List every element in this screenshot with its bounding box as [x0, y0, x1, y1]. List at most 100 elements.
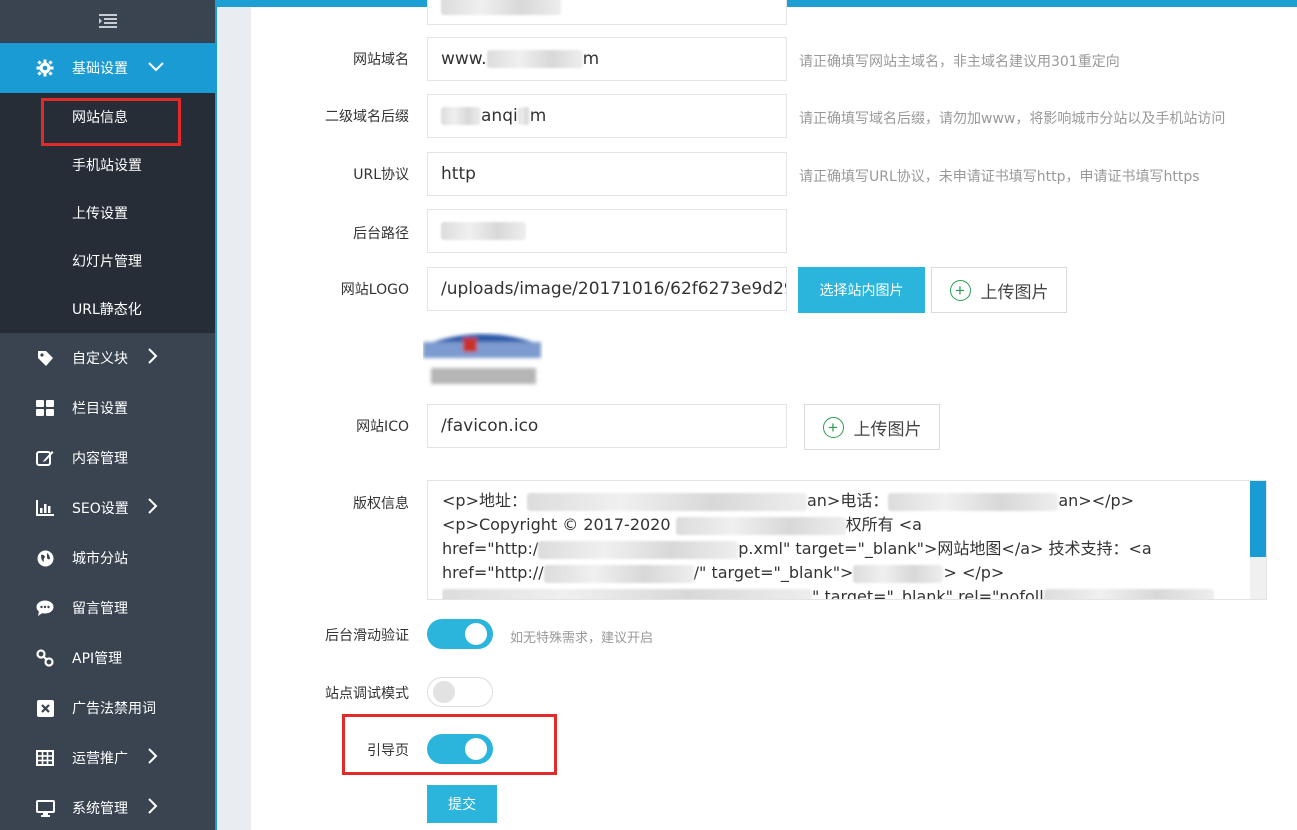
globe-icon: [34, 550, 56, 567]
sidebar-item-label: 自定义块: [72, 351, 128, 367]
textarea-scrollbar[interactable]: [1250, 481, 1266, 599]
upload-ico-label: 上传图片: [853, 419, 922, 439]
copyright-text: an></p>: [1058, 491, 1135, 510]
toggle-knob: [433, 681, 455, 703]
sidebar-item-label: 栏目设置: [72, 401, 128, 417]
redacted-text: [1043, 588, 1214, 599]
content-gutter: [215, 7, 251, 830]
slide-verify-toggle[interactable]: [427, 619, 493, 649]
copyright-text: p.xml" target="_blank">网站地图</a> 技术支持：<a: [738, 539, 1152, 558]
sidebar-item-label: API管理: [72, 651, 123, 667]
sidebar-item-system[interactable]: 系统管理: [0, 783, 215, 830]
sidebar-item-custom-blocks[interactable]: 自定义块: [0, 333, 215, 383]
logo-label: 网站LOGO: [340, 282, 409, 298]
domain-hint: 请正确填写网站主域名，非主域名建议用301重定向: [799, 54, 1120, 70]
copyright-textarea[interactable]: <p>地址： an>电话： an></p> <p>Copyright © 2017-…: [427, 480, 1267, 600]
url-protocol-input[interactable]: http: [427, 152, 787, 196]
sidebar-subitem-slideshow[interactable]: 幻灯片管理: [0, 237, 215, 285]
link-icon: [34, 649, 56, 667]
sidebar-subitem-site-info[interactable]: 网站信息: [0, 93, 215, 146]
redacted-text: [486, 50, 583, 68]
upload-logo-button[interactable]: + 上传图片: [931, 267, 1067, 313]
domain-input[interactable]: www. m: [427, 37, 787, 81]
guide-page-toggle[interactable]: [427, 734, 493, 764]
copyright-line: " target="_blank" rel="nofoll: [442, 585, 1252, 600]
sidebar-item-operations[interactable]: 运营推广: [0, 733, 215, 783]
sidebar-item-messages[interactable]: 留言管理: [0, 583, 215, 633]
ico-path-value: /favicon.ico: [441, 416, 539, 436]
url-protocol-hint: 请正确填写URL协议，未申请证书填写http，申请证书填写https: [799, 169, 1200, 185]
plus-circle-icon: +: [949, 279, 971, 301]
sidebar-item-label: 留言管理: [72, 601, 128, 617]
company-name-input[interactable]: [427, 0, 787, 25]
table-icon: [34, 750, 56, 766]
copyright-line: <p>Copyright © 2017-2020 权所有 <a: [442, 513, 1252, 537]
redacted-text: [442, 588, 812, 599]
copyright-label: 版权信息: [353, 496, 409, 512]
sidebar-item-label: 系统管理: [72, 801, 128, 817]
ico-label: 网站ICO: [356, 419, 409, 435]
sidebar-item-api[interactable]: API管理: [0, 633, 215, 683]
close-box-icon: [34, 699, 56, 717]
sidebar-item-label: SEO设置: [72, 501, 129, 517]
redacted-text: [538, 540, 739, 559]
sidebar-item-content[interactable]: 内容管理: [0, 433, 215, 483]
subdomain-value-suffix: m: [529, 106, 547, 126]
upload-ico-button[interactable]: + 上传图片: [804, 404, 940, 450]
sidebar-item-basic-settings[interactable]: 基础设置: [0, 43, 215, 93]
copyright-line: href="http:// /" target="_blank"> > </p>: [442, 561, 1252, 585]
copyright-text: /" target="_blank">: [693, 563, 854, 582]
chevron-right-icon: [148, 348, 158, 368]
subdomain-hint: 请正确填写域名后缀，请勿加www，将影响城市分站以及手机站访问: [799, 111, 1226, 127]
submit-button[interactable]: 提交: [427, 785, 497, 823]
sidebar-item-banned-words[interactable]: 广告法禁用词: [0, 683, 215, 733]
grid-icon: [34, 400, 56, 416]
scrollbar-thumb[interactable]: [1250, 481, 1266, 557]
sidebar-subitem-upload-settings[interactable]: 上传设置: [0, 189, 215, 237]
copyright-text: 权所有 <a: [845, 515, 922, 534]
site-info-form: 网站域名 www. m 请正确填写网站主域名，非主域名建议用301重定向 二级域名…: [251, 0, 1297, 830]
chevron-right-icon: [148, 748, 158, 768]
sidebar-item-city-sites[interactable]: 城市分站: [0, 533, 215, 583]
subdomain-label: 二级域名后缀: [325, 109, 409, 125]
subdomain-input[interactable]: anqi m: [427, 94, 787, 138]
sidebar-item-label: 城市分站: [72, 551, 128, 567]
redacted-text: [888, 492, 1059, 511]
chart-icon: [34, 500, 56, 516]
sidebar-subitem-url-static[interactable]: URL静态化: [0, 285, 215, 333]
admin-path-input[interactable]: [427, 209, 787, 253]
slide-verify-hint: 如无特殊需求，建议开启: [510, 631, 654, 646]
sidebar-item-columns[interactable]: 栏目设置: [0, 383, 215, 433]
select-site-image-button[interactable]: 选择站内图片: [798, 267, 925, 313]
sidebar-subitem-label: 幻灯片管理: [72, 254, 142, 270]
domain-value-prefix: www.: [441, 49, 487, 69]
copyright-text: <p>地址：: [442, 491, 527, 510]
sidebar-item-seo[interactable]: SEO设置: [0, 483, 215, 533]
domain-label: 网站域名: [353, 52, 409, 68]
logo-preview-image: [423, 332, 543, 392]
upload-logo-label: 上传图片: [980, 282, 1049, 302]
tag-icon: [34, 350, 56, 367]
submenu-basic-settings: 网站信息 手机站设置 上传设置 幻灯片管理 URL静态化: [0, 93, 215, 333]
menu-collapse-icon[interactable]: [0, 0, 215, 43]
ico-path-input[interactable]: /favicon.ico: [427, 404, 787, 448]
sidebar-subitem-label: URL静态化: [72, 302, 142, 318]
redacted-text: [441, 222, 526, 240]
debug-mode-toggle[interactable]: [427, 677, 493, 707]
sidebar-subitem-mobile-settings[interactable]: 手机站设置: [0, 141, 215, 189]
redacted-text: [441, 0, 561, 15]
copyright-text: " target="_blank" rel="nofoll: [812, 587, 1044, 600]
copyright-line: <p>地址： an>电话： an></p>: [442, 489, 1252, 513]
redacted-text: [526, 492, 807, 511]
redacted-text: [853, 564, 944, 583]
sidebar-subitem-label: 上传设置: [72, 206, 128, 222]
sidebar-item-label: 运营推广: [72, 751, 128, 767]
logo-path-input[interactable]: /uploads/image/20171016/62f6273e9d29b: [427, 267, 787, 311]
copyright-text: href="http://: [442, 563, 544, 582]
redacted-text: [543, 564, 694, 583]
slide-verify-label: 后台滑动验证: [325, 628, 409, 644]
sidebar-item-label: 广告法禁用词: [72, 701, 156, 717]
toggle-knob: [465, 738, 487, 760]
subdomain-value-mid: anqi: [481, 106, 518, 126]
debug-mode-label: 站点调试模式: [325, 686, 409, 702]
